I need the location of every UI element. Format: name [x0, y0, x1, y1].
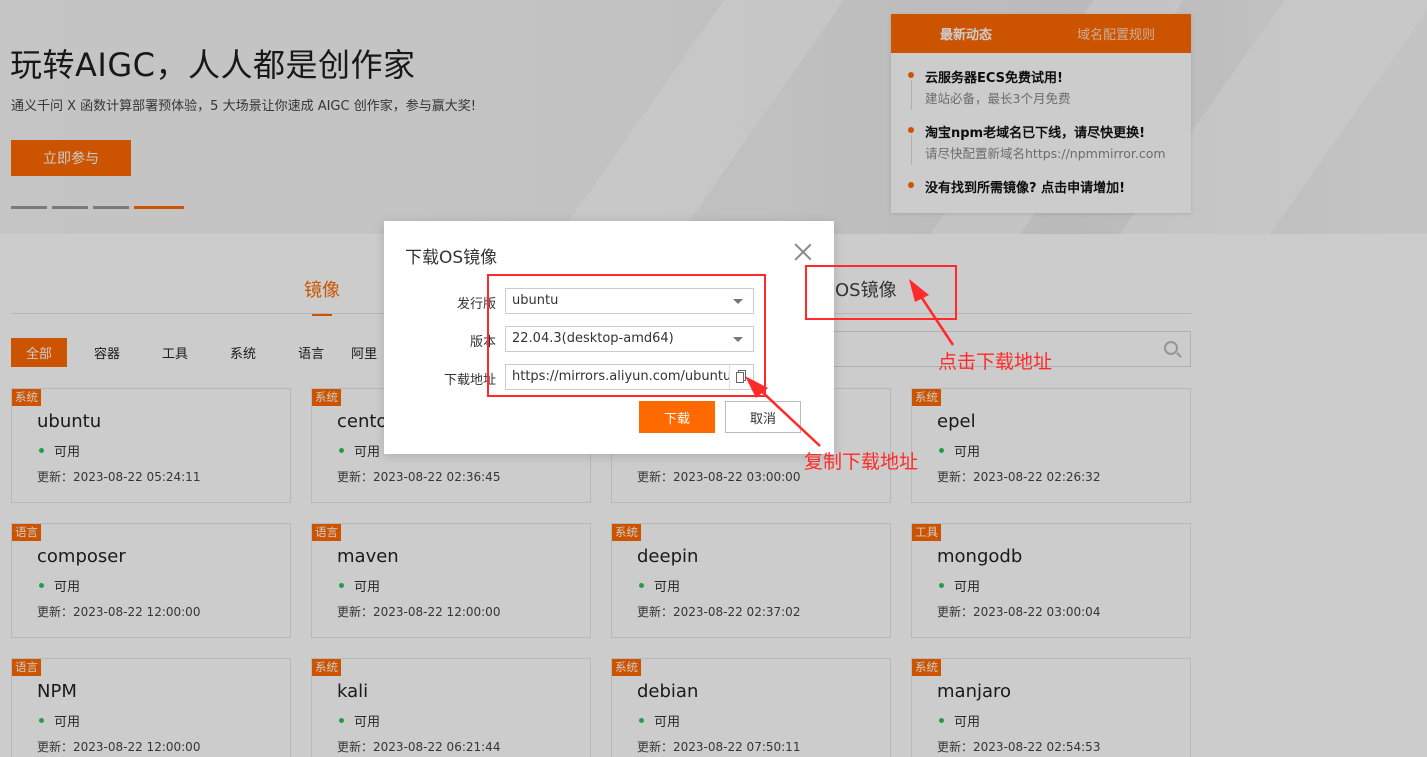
page: 玩转AIGC，人人都是创作家 通义千问 X 函数计算部署预体验，5 大场景让你速… [0, 0, 1427, 757]
download-button[interactable]: 下载 [639, 401, 715, 433]
close-icon[interactable] [794, 243, 812, 261]
dialog-title: 下载OS镜像 [405, 248, 498, 268]
annotation-highlight-os-tab [805, 265, 957, 320]
annotation-copy-download: 复制下载地址 [804, 451, 919, 473]
cancel-button[interactable]: 取消 [725, 401, 801, 433]
annotation-click-download: 点击下载地址 [938, 351, 1053, 373]
annotation-highlight-form [487, 274, 766, 397]
